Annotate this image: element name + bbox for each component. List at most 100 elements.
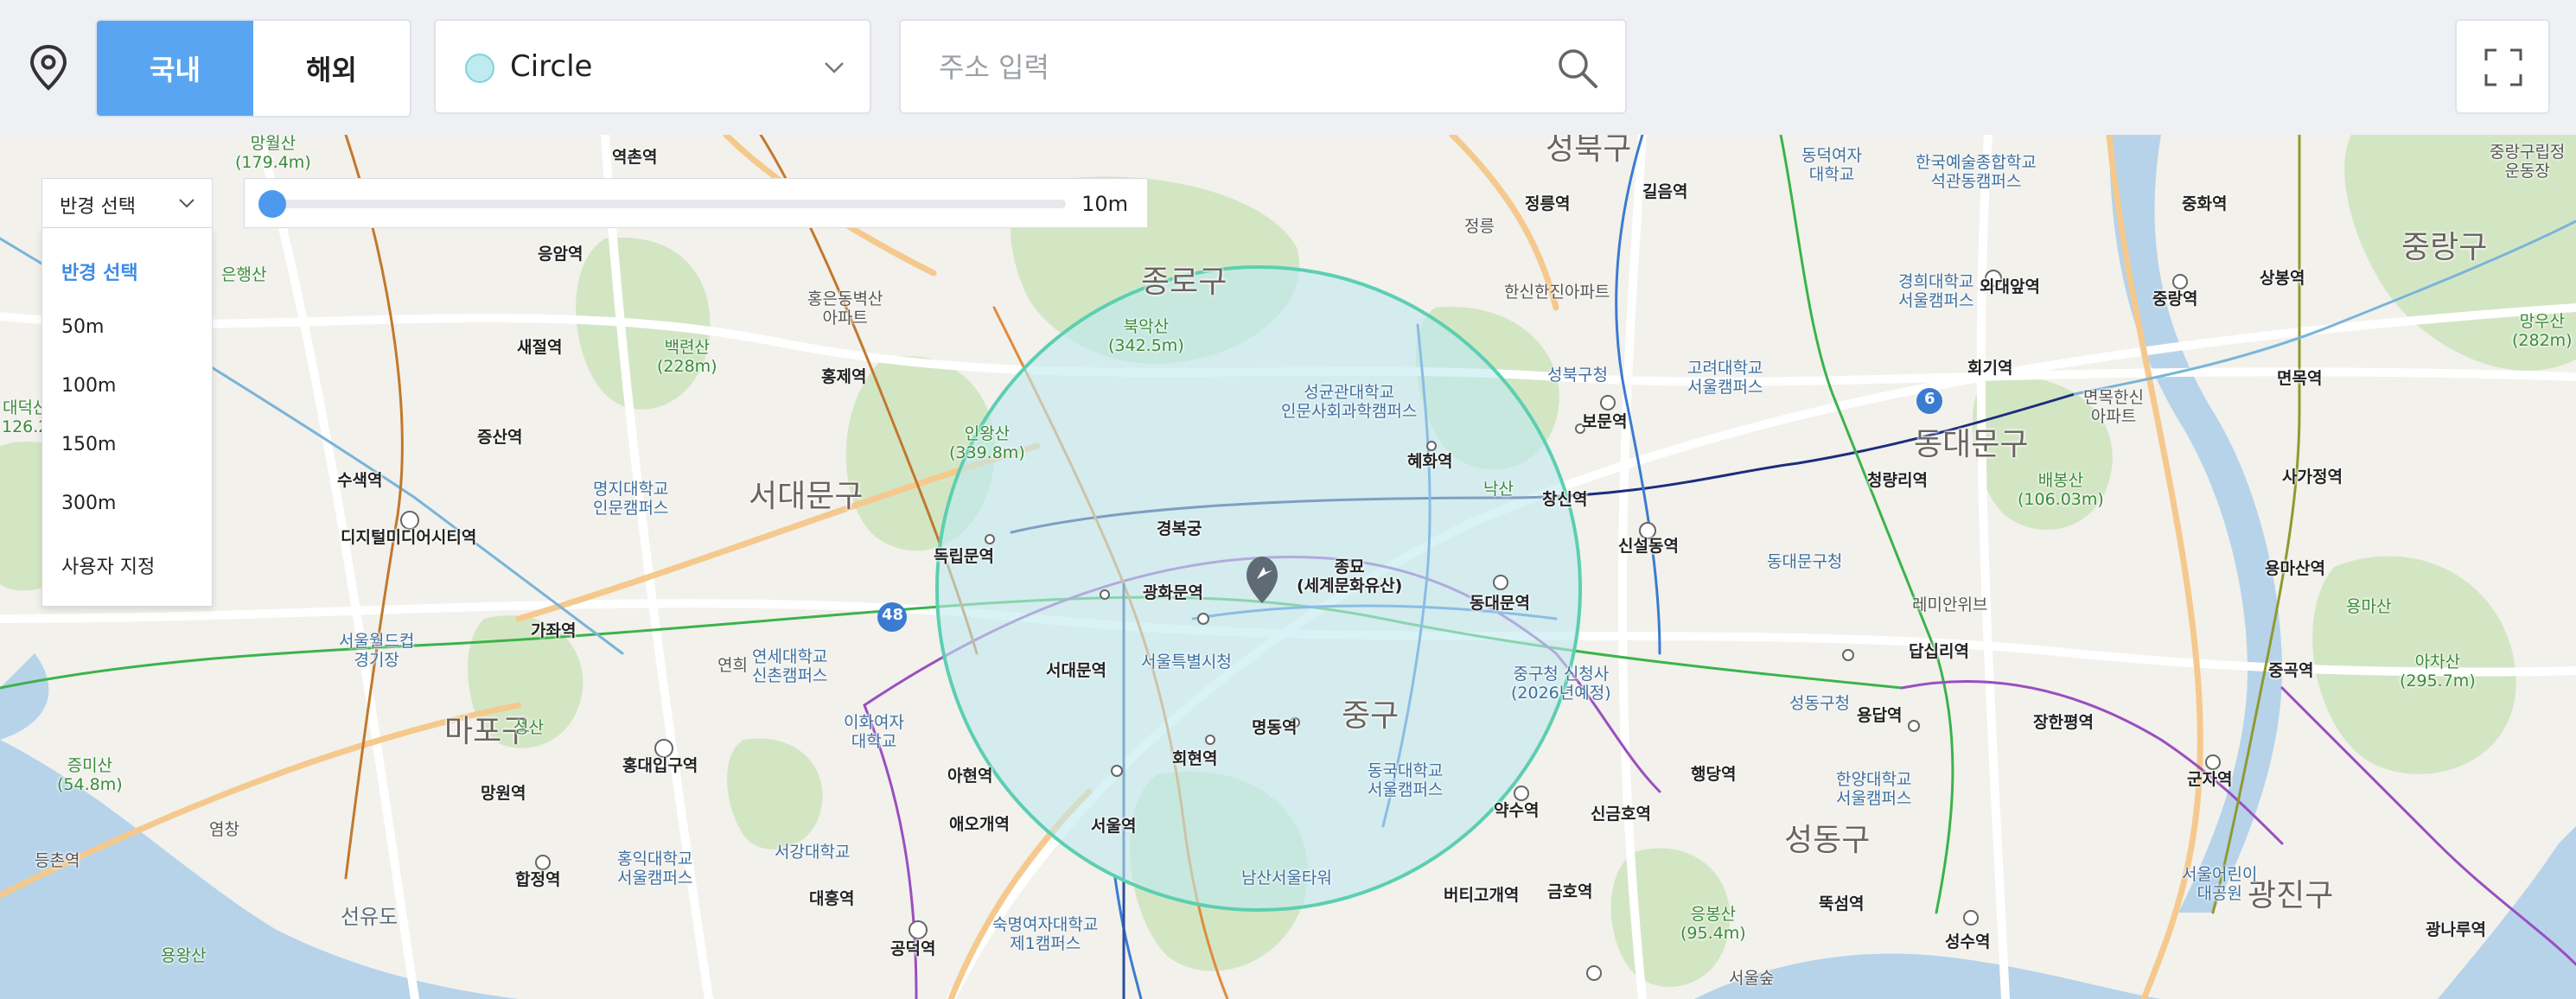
mountain-label: 아차산 (295.7m) — [2400, 652, 2476, 690]
place-label: 면목한신 아파트 — [2083, 388, 2144, 426]
mountain-label: 망월산 (179.4m) — [235, 135, 311, 172]
station-label: 보문역 — [1582, 412, 1628, 431]
station-label: 애오개역 — [949, 815, 1010, 834]
shape-dropdown-label: Circle — [510, 49, 593, 84]
station-label: 회기역 — [1967, 359, 2013, 378]
radius-option[interactable]: 100m — [61, 375, 116, 397]
address-search-input[interactable] — [937, 38, 1528, 97]
station-label: 버티고개역 — [1444, 886, 1520, 905]
station-label: 창신역 — [1542, 490, 1588, 509]
station-label: 응암역 — [538, 245, 583, 264]
place-label: 성북구청 — [1547, 366, 1608, 385]
station-label: 역촌역 — [612, 148, 658, 167]
mountain-label: 은행산 — [221, 265, 267, 284]
route-number-label: 6 — [1924, 390, 1935, 408]
station-label: 경복궁 — [1157, 519, 1202, 538]
fullscreen-button[interactable] — [2455, 19, 2550, 114]
slider-track[interactable] — [271, 200, 1066, 208]
radius-option[interactable]: 사용자 지정 — [61, 551, 155, 579]
radius-option[interactable]: 300m — [61, 493, 116, 514]
station-label: 외대앞역 — [1980, 277, 2040, 296]
place-label: 서울숲 — [1729, 969, 1775, 988]
station-label: 사가정역 — [2282, 468, 2343, 487]
radius-dropdown[interactable]: 반경 선택 — [41, 178, 213, 228]
station-label: 길음역 — [1642, 182, 1688, 201]
station-label: 동대문역 — [1470, 594, 1530, 613]
chevron-down-icon — [179, 199, 194, 208]
station-label: 디지털미디어시티역 — [341, 528, 477, 547]
mountain-label: 배봉산 (106.03m) — [2018, 471, 2104, 509]
station-label: 장한평역 — [2033, 713, 2094, 732]
place-label: 한신한진아파트 — [1504, 283, 1610, 302]
place-label: 중구청 신청사 (2026년예정) — [1511, 665, 1611, 703]
mountain-label: 백련산 (228m) — [657, 338, 717, 376]
location-pin-icon[interactable] — [22, 40, 74, 95]
place-label: 서강대학교 — [775, 843, 851, 862]
toolbar: 국내 해외 Circle — [0, 0, 2576, 135]
domestic-tab[interactable]: 국내 — [97, 21, 253, 116]
chevron-down-icon — [825, 62, 844, 73]
station-label: 새절역 — [517, 338, 563, 357]
mountain-label: 망우산 (282m) — [2512, 312, 2573, 350]
place-label: 동국대학교 서울캠퍼스 — [1368, 761, 1444, 799]
station-label: 군자역 — [2187, 770, 2233, 789]
place-label: 홍익대학교 서울캠퍼스 — [617, 849, 693, 888]
district-label: 동대문구 — [1914, 427, 2029, 462]
mountain-label: 낙산 — [1483, 480, 1514, 499]
district-label: 광진구 — [2248, 878, 2334, 913]
place-label: 한국예술종합학교 석관동캠퍼스 — [1916, 153, 2037, 191]
station-label: 신설동역 — [1618, 537, 1679, 556]
place-label: 서울월드컵 경기장 — [339, 632, 415, 670]
district-label: 성동구 — [1784, 823, 1871, 858]
station-label: 홍제역 — [821, 367, 867, 386]
station-label: 중랑역 — [2152, 290, 2198, 309]
shape-dropdown[interactable]: Circle — [434, 19, 871, 114]
station-label: 행당역 — [1691, 765, 1737, 784]
mountain-label: 성산 — [513, 718, 544, 737]
radius-dropdown-label: 반경 선택 — [60, 196, 136, 218]
station-label: 상봉역 — [2260, 269, 2305, 288]
radius-option[interactable]: 50m — [61, 316, 104, 338]
area-label: 등촌역 — [35, 851, 80, 870]
place-label: 동덕여자 대학교 — [1801, 146, 1862, 184]
station-label: 수색역 — [337, 471, 383, 490]
station-label: 청량리역 — [1867, 471, 1928, 490]
place-label: 서울어린이 대공원 — [2182, 865, 2258, 903]
radius-option[interactable]: 150m — [61, 434, 116, 455]
radius-option[interactable]: 반경 선택 — [61, 258, 138, 285]
district-label: 종로구 — [1141, 264, 1227, 300]
place-label: 연세대학교 신촌캠퍼스 — [752, 647, 828, 685]
place-label: 한양대학교 서울캠퍼스 — [1836, 770, 1912, 808]
mountain-label: 용왕산 — [161, 946, 207, 965]
mountain-label: 증미산 (54.8m) — [57, 756, 123, 794]
place-label: 이화여자 대학교 — [844, 713, 904, 751]
slider-handle[interactable] — [258, 190, 286, 218]
place-label: 연희 — [717, 656, 748, 675]
station-label: 중곡역 — [2268, 661, 2314, 680]
mountain-label: 북악산 (342.5m) — [1108, 317, 1184, 355]
station-label: 신금호역 — [1591, 805, 1651, 824]
area-label: 중랑구립정 운동장 — [2490, 143, 2566, 181]
station-label: 약수역 — [1494, 801, 1540, 820]
station-label: 광나루역 — [2426, 920, 2486, 939]
overseas-tab[interactable]: 해외 — [253, 21, 410, 116]
place-label: 정릉 — [1464, 217, 1495, 236]
station-label: 광화문역 — [1143, 583, 1203, 602]
place-label: 성균관대학교 인문사회과학캠퍼스 — [1281, 383, 1418, 421]
district-label: 중랑구 — [2401, 230, 2488, 265]
district-label: 중구 — [1342, 698, 1400, 734]
place-label: 성동구청 — [1789, 694, 1850, 713]
search-icon[interactable] — [1556, 47, 1599, 90]
station-label: 독립문역 — [934, 547, 994, 566]
place-label: 남산서울타워 — [1241, 869, 1332, 888]
district-label: 서대문구 — [749, 479, 864, 514]
station-label: 아현역 — [947, 767, 993, 786]
station-label: 답십리역 — [1909, 642, 1969, 661]
place-label: 서울특별시청 — [1141, 652, 1232, 671]
station-label: 혜화역 — [1407, 452, 1453, 471]
map-canvas[interactable]: 종로구 서대문구 마포구 중구 성북구 동대문구 성동구 중랑구 광진구 경복궁… — [0, 135, 2576, 999]
station-label: 면목역 — [2277, 369, 2323, 388]
area-label: 선유도 — [341, 905, 399, 929]
radius-slider[interactable]: 10m — [244, 178, 1148, 228]
circle-shape-icon — [465, 54, 494, 83]
